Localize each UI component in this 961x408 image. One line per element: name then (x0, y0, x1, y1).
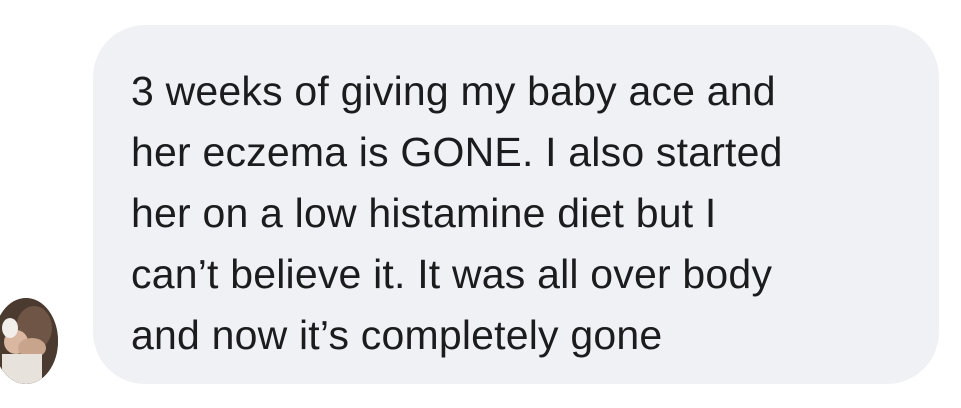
message-text: 3 weeks of giving my baby ace and her ec… (131, 68, 783, 358)
message-row: 3 weeks of giving my baby ace and her ec… (0, 0, 961, 408)
sender-avatar[interactable] (0, 298, 58, 384)
message-bubble[interactable]: 3 weeks of giving my baby ace and her ec… (93, 25, 939, 384)
avatar-photo-icon (0, 298, 58, 384)
